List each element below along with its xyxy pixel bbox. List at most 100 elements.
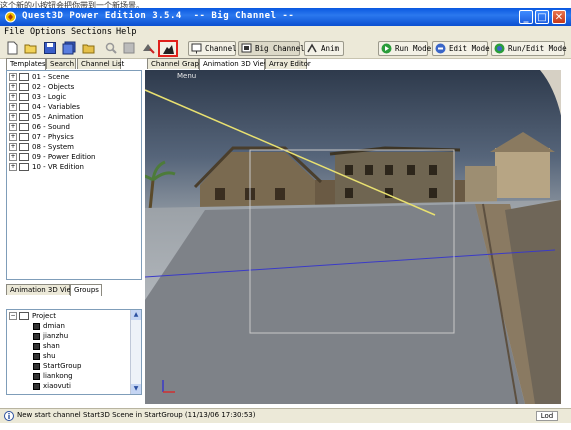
maximize-button[interactable]: □ (535, 10, 549, 24)
run-mode-button[interactable]: Run Mode (378, 41, 432, 56)
animation-3d-viewport[interactable]: Menu (145, 70, 561, 404)
new-file-icon[interactable] (5, 41, 19, 55)
group-icon (33, 332, 40, 340)
folder-icon (19, 312, 29, 320)
menu-file[interactable]: File (4, 27, 24, 37)
tree-item[interactable]: +01 - Scene (9, 73, 69, 82)
expand-icon[interactable]: + (9, 123, 17, 131)
expand-icon[interactable]: + (9, 143, 17, 151)
menu-options[interactable]: Options (30, 27, 66, 37)
group-item[interactable]: shu (33, 352, 56, 361)
new-scene-button[interactable] (158, 40, 178, 57)
save-all-icon[interactable] (62, 41, 76, 55)
folder-icon (19, 73, 29, 81)
tab-animation-3d-view-main[interactable]: Animation 3D View (199, 58, 270, 70)
folder-icon (19, 163, 29, 171)
save-icon[interactable] (43, 41, 57, 55)
back-scene-icon[interactable] (141, 41, 155, 55)
big-channel-label: Big Channel (255, 44, 305, 53)
tree-item[interactable]: +03 - Logic (9, 93, 66, 102)
anim-button[interactable]: Anim (304, 41, 344, 56)
menu-help[interactable]: Help (116, 27, 136, 37)
viewport-menu-label[interactable]: Menu (177, 72, 196, 80)
search-tool-icon[interactable] (104, 41, 118, 55)
run-mode-icon (381, 43, 392, 54)
lod-indicator: Lod (536, 411, 558, 421)
run-mode-label: Run Mode (395, 44, 432, 53)
tree-item[interactable]: +08 - System (9, 143, 74, 152)
folder-icon (19, 83, 29, 91)
tab-channel-list[interactable]: Channel List (77, 58, 124, 69)
group-icon (33, 342, 40, 350)
template-tree: +01 - Scene +02 - Objects +03 - Logic +0… (6, 70, 142, 280)
tree-item[interactable]: +06 - Sound (9, 123, 70, 132)
lower-tabs: Animation 3D View Groups (6, 284, 142, 296)
tree-item[interactable]: +04 - Variables (9, 103, 80, 112)
group-icon (33, 322, 40, 330)
groups-panel: − Project dmian jianzhu shan shu StartGro… (6, 309, 142, 395)
folder-icon (19, 153, 29, 161)
tab-animation-3d-view[interactable]: Animation 3D View (6, 284, 77, 295)
new-scene-icon (163, 45, 174, 54)
group-icon (33, 362, 40, 370)
run-edit-mode-icon (494, 43, 505, 54)
expand-icon[interactable]: + (9, 73, 17, 81)
tab-channel-graph[interactable]: Channel Graph (147, 58, 203, 69)
run-edit-mode-button[interactable]: Run/Edit Mode (491, 41, 567, 56)
edit-mode-button[interactable]: Edit Mode (432, 41, 490, 56)
tab-array-editor[interactable]: Array Editor (265, 58, 311, 69)
expand-icon[interactable]: + (9, 83, 17, 91)
channel-icon (191, 43, 202, 54)
expand-icon[interactable]: + (9, 133, 17, 141)
folder-icon (19, 113, 29, 121)
group-item[interactable]: liankong (33, 372, 73, 381)
group-item[interactable]: xiaovuti (33, 382, 71, 391)
tree-item[interactable]: +10 - VR Edition (9, 163, 84, 172)
channel-button[interactable]: Channel (188, 41, 237, 56)
run-edit-mode-label: Run/Edit Mode (508, 44, 567, 53)
collapse-icon[interactable]: − (9, 312, 17, 320)
menu-sections[interactable]: Sections (71, 27, 112, 37)
properties-icon[interactable] (122, 41, 136, 55)
expand-icon[interactable]: + (9, 163, 17, 171)
tab-groups[interactable]: Groups (70, 284, 102, 296)
tab-search[interactable]: Search (46, 58, 76, 69)
folder-icon (19, 143, 29, 151)
group-item[interactable]: jianzhu (33, 332, 68, 341)
group-icon (33, 372, 40, 380)
title-bar: Quest3D Power Edition 3.5.4 -- Big Chann… (0, 8, 571, 26)
groups-scrollbar[interactable]: ▲ ▼ (130, 310, 141, 394)
tab-templates[interactable]: Templates (6, 58, 46, 70)
group-item[interactable]: shan (33, 342, 60, 351)
tree-item[interactable]: +05 - Animation (9, 113, 84, 122)
expand-icon[interactable]: + (9, 93, 17, 101)
folder-icon (19, 123, 29, 131)
expand-icon[interactable]: + (9, 153, 17, 161)
scroll-up-arrow[interactable]: ▲ (131, 310, 141, 320)
scroll-down-arrow[interactable]: ▼ (131, 384, 141, 394)
close-button[interactable]: ✕ (552, 10, 566, 24)
scene-render (145, 70, 561, 404)
group-item[interactable]: dmian (33, 322, 65, 331)
tree-item[interactable]: +09 - Power Edition (9, 153, 96, 162)
anim-label: Anim (321, 44, 340, 53)
tree-item[interactable]: +02 - Objects (9, 83, 74, 92)
group-item[interactable]: StartGroup (33, 362, 81, 371)
expand-icon[interactable]: + (9, 103, 17, 111)
big-channel-icon (241, 43, 252, 53)
open-folder-icon[interactable] (24, 41, 38, 55)
group-icon (33, 352, 40, 360)
tree-item[interactable]: +07 - Physics (9, 133, 74, 142)
edit-mode-icon (435, 43, 446, 54)
expand-icon[interactable]: + (9, 113, 17, 121)
open-project-icon[interactable] (82, 41, 96, 55)
quest3d-app-icon (5, 11, 16, 23)
group-root[interactable]: − Project (9, 312, 56, 321)
view-tabs: Channel Graph Animation 3D View Array Ed… (145, 58, 565, 70)
group-icon (33, 382, 40, 390)
big-channel-button[interactable]: Big Channel (238, 41, 305, 56)
info-icon (4, 411, 14, 421)
folder-icon (19, 133, 29, 141)
anim-icon (307, 43, 317, 53)
minimize-button[interactable]: _ (519, 10, 533, 24)
